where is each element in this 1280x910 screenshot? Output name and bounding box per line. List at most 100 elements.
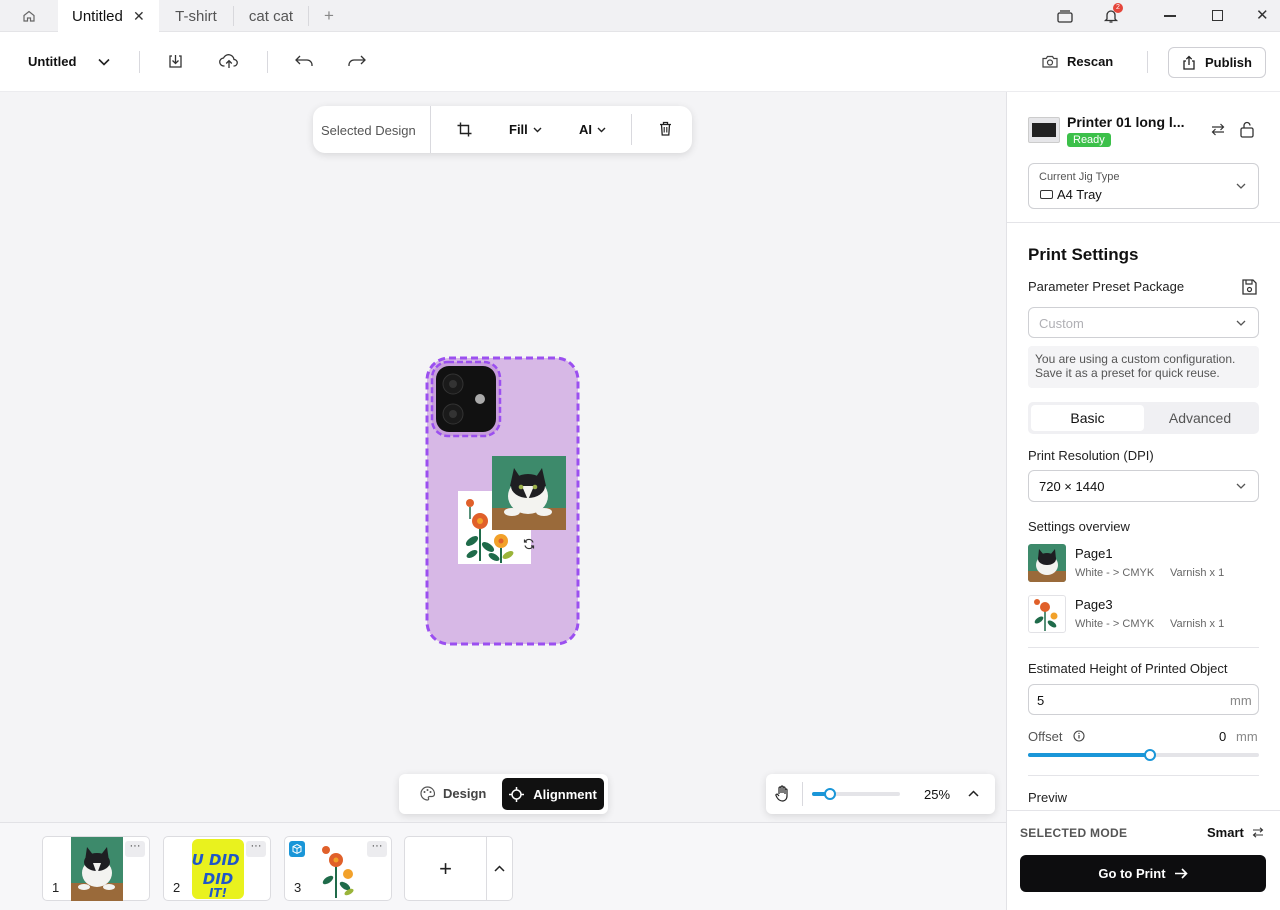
overview-page-name: Page1: [1075, 546, 1113, 561]
offset-value: 0: [1219, 729, 1227, 744]
rescan-label: Rescan: [1067, 54, 1114, 69]
offset-slider-handle[interactable]: [1144, 749, 1156, 761]
page-number: 2: [173, 880, 181, 895]
tab-label: Untitled: [72, 7, 123, 25]
close-icon[interactable]: ✕: [133, 8, 145, 25]
cat-design[interactable]: [492, 456, 566, 530]
unlock-icon[interactable]: [1240, 121, 1254, 138]
go-to-print-button[interactable]: Go to Print: [1020, 855, 1266, 892]
hand-pan-icon[interactable]: [775, 785, 790, 802]
page3-thumbnail: [1028, 595, 1066, 633]
resolution-select[interactable]: 720 × 1440: [1028, 470, 1259, 502]
notification-badge: 2: [1113, 3, 1123, 13]
new-tab-button[interactable]: +: [318, 0, 340, 32]
page-thumbnail-1[interactable]: ··· 1: [42, 836, 150, 901]
main-toolbar: Untitled Rescan Publish: [0, 32, 1280, 92]
chevron-down-icon: [1236, 320, 1246, 326]
design-mode-label: Design: [443, 786, 487, 801]
resolution-value: 720 × 1440: [1039, 479, 1105, 494]
window-layout-icon[interactable]: [1057, 9, 1073, 23]
divider: [1028, 775, 1259, 776]
divider: [1028, 647, 1259, 648]
page-thumbnail-2[interactable]: YOU DID IT! DID IT! ··· 2: [163, 836, 271, 901]
close-window-button[interactable]: ✕: [1256, 6, 1269, 24]
minimize-button[interactable]: [1164, 15, 1176, 17]
more-options-button[interactable]: ···: [125, 841, 145, 857]
preset-select[interactable]: Custom: [1028, 307, 1259, 338]
divider: [1007, 810, 1280, 811]
tab-cat-cat[interactable]: cat cat: [234, 0, 308, 32]
overview-item[interactable]: Page1 White - > CMYK Varnish x 1: [1028, 544, 1259, 584]
tab-t-shirt[interactable]: T-shirt: [159, 0, 233, 32]
rotate-handle-icon[interactable]: [523, 538, 535, 550]
selected-design-label: Selected Design: [321, 123, 416, 138]
download-icon[interactable]: [167, 53, 184, 70]
add-page-button[interactable]: +: [404, 836, 487, 901]
printer-thumbnail: [1028, 117, 1060, 143]
chevron-down-icon: [1236, 483, 1246, 489]
fill-label: Fill: [509, 122, 528, 137]
mode-toggle[interactable]: Smart: [1207, 825, 1264, 840]
maximize-button[interactable]: [1212, 10, 1223, 21]
project-name-dropdown[interactable]: Untitled: [28, 54, 110, 69]
design-canvas[interactable]: Selected Design Fill AI Design Alignment…: [0, 92, 1006, 822]
flower-thumbnail-image: [318, 842, 358, 898]
selected-mode-value: Smart: [1207, 825, 1244, 840]
alignment-mode-button[interactable]: Alignment: [502, 778, 604, 810]
swap-printer-icon[interactable]: [1211, 123, 1225, 136]
chevron-up-icon[interactable]: [968, 790, 979, 797]
offset-slider-fill: [1028, 753, 1150, 757]
print-settings-panel: Printer 01 long l... Ready Current Jig T…: [1006, 92, 1280, 910]
tab-untitled[interactable]: Untitled ✕: [58, 0, 159, 32]
publish-button[interactable]: Publish: [1168, 47, 1266, 78]
divider: [802, 782, 803, 806]
rescan-button[interactable]: Rescan: [1042, 54, 1113, 69]
height-input[interactable]: 5 mm: [1028, 684, 1259, 715]
tab-basic[interactable]: Basic: [1031, 405, 1144, 431]
chevron-down-icon: [98, 58, 110, 66]
redo-icon[interactable]: [348, 55, 366, 67]
home-tab[interactable]: [0, 0, 58, 32]
design-mode-button[interactable]: Design: [420, 786, 486, 801]
zoom-slider-handle[interactable]: [824, 788, 836, 800]
more-options-button[interactable]: ···: [246, 841, 266, 857]
divider: [1007, 222, 1280, 223]
expand-pages-button[interactable]: [486, 836, 513, 901]
share-icon: [1183, 55, 1195, 70]
toolbar-divider: [139, 51, 140, 73]
home-icon: [23, 10, 35, 22]
settings-tab-group: Basic Advanced: [1028, 402, 1259, 434]
mode-switch: Design Alignment: [399, 774, 608, 814]
zoom-slider[interactable]: [812, 788, 900, 800]
palette-icon: [420, 786, 435, 801]
project-name: Untitled: [28, 54, 77, 69]
print-settings-title: Print Settings: [1028, 245, 1139, 264]
publish-label: Publish: [1205, 55, 1252, 70]
height-unit: mm: [1230, 693, 1252, 708]
zoom-controls: 25%: [766, 774, 995, 814]
swap-icon: [1252, 827, 1264, 838]
ai-dropdown[interactable]: AI: [579, 122, 606, 137]
more-options-button[interactable]: ···: [367, 841, 387, 857]
tab-advanced[interactable]: Advanced: [1144, 405, 1256, 431]
overview-item[interactable]: Page3 White - > CMYK Varnish x 1: [1028, 595, 1259, 635]
page-number: 1: [52, 880, 60, 895]
tab-advanced-label: Advanced: [1168, 410, 1232, 426]
tab-basic-label: Basic: [1070, 410, 1105, 426]
height-label: Estimated Height of Printed Object: [1028, 661, 1228, 676]
offset-slider[interactable]: [1028, 749, 1259, 761]
undo-icon[interactable]: [295, 55, 313, 67]
crop-icon[interactable]: [457, 122, 472, 137]
fill-dropdown[interactable]: Fill: [509, 122, 542, 137]
trash-icon[interactable]: [659, 121, 672, 136]
info-icon[interactable]: [1073, 730, 1085, 742]
page-number: 3: [294, 880, 302, 895]
page-thumbnail-3[interactable]: ··· 3: [284, 836, 392, 901]
overview-page-name: Page3: [1075, 597, 1113, 612]
alignment-mode-label: Alignment: [533, 786, 597, 802]
selected-mode-label: SELECTED MODE: [1020, 826, 1128, 840]
svg-text:IT!: IT!: [209, 886, 227, 899]
save-preset-icon[interactable]: [1242, 279, 1257, 295]
jig-type-select[interactable]: Current Jig Type A4 Tray: [1028, 163, 1259, 209]
cloud-upload-icon[interactable]: [219, 53, 239, 69]
